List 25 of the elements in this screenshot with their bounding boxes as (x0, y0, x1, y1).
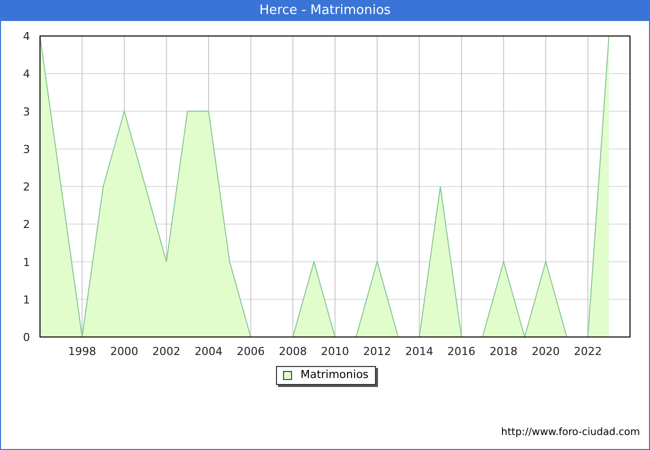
x-tick-label: 2018 (490, 345, 518, 358)
y-tick-label: 1 (23, 256, 30, 269)
x-tick-label: 2016 (447, 345, 476, 358)
y-tick-label: 3 (23, 105, 30, 118)
x-tick-label: 2012 (363, 345, 392, 358)
y-tick-label: 2 (23, 218, 30, 232)
x-tick-label: 2000 (110, 345, 138, 358)
x-tick-label: 2006 (236, 345, 265, 358)
y-tick-label: 4 (23, 30, 30, 43)
footer-link[interactable]: http://www.foro-ciudad.com (501, 425, 640, 440)
y-tick-label: 0 (23, 331, 30, 344)
legend-label: Matrimonios (300, 367, 369, 384)
window-title: Herce - Matrimonios (1, 1, 649, 21)
x-tick-label: 2022 (574, 345, 602, 358)
x-tick-label: 2008 (278, 345, 307, 358)
y-tick-label: 2 (23, 180, 30, 194)
x-tick-label: 2010 (321, 345, 349, 358)
y-tick-label: 1 (23, 293, 30, 306)
x-tick-label: 2002 (152, 345, 180, 358)
x-tick-label: 2020 (532, 345, 560, 358)
x-tick-label: 2014 (405, 345, 434, 358)
y-tick-label: 3 (23, 142, 30, 156)
x-tick-label: 2004 (194, 345, 223, 358)
x-tick-label: 1998 (68, 345, 96, 358)
y-tick-label: 4 (23, 68, 30, 81)
